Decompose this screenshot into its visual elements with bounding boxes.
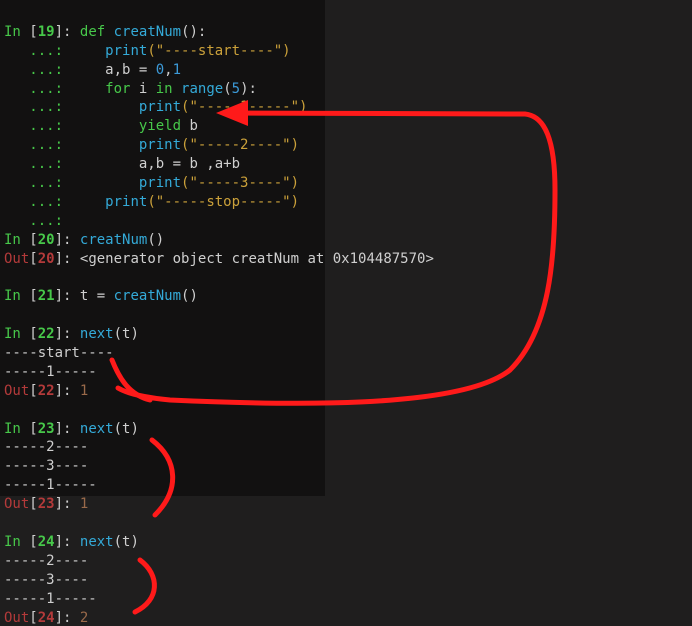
output-prompt: Out[22]:: [4, 383, 80, 399]
input-prompt: In [19]:: [4, 24, 80, 40]
stdout-line: -----1-----: [4, 591, 97, 607]
output-prompt: Out[24]:: [4, 610, 80, 626]
stdout-line: -----2----: [4, 553, 88, 569]
generator-repr: <generator object creatNum at 0x10448757…: [80, 251, 434, 267]
kw-yield: yield: [139, 118, 181, 134]
input-prompt: In [24]:: [4, 534, 80, 550]
stdout-line: -----2----: [4, 439, 88, 455]
input-prompt: In [23]:: [4, 421, 80, 437]
output-value: 1: [80, 496, 88, 512]
output-prompt: Out[23]:: [4, 496, 80, 512]
continuation-dots: ...:: [4, 43, 71, 59]
stdout-line: -----1-----: [4, 477, 97, 493]
output-value: 2: [80, 610, 88, 626]
input-prompt: In [22]:: [4, 326, 80, 342]
stdout-line: -----3----: [4, 572, 88, 588]
output-value: 1: [80, 383, 88, 399]
empty-continuation: ...:: [4, 213, 63, 229]
stdout-line: -----3----: [4, 458, 88, 474]
func-name: creatNum: [114, 24, 181, 40]
kw-def: def: [80, 24, 105, 40]
stdout-line: -----1-----: [4, 364, 97, 380]
stdout-line: ----start----: [4, 345, 114, 361]
output-prompt: Out[20]:: [4, 251, 80, 267]
input-prompt: In [20]:: [4, 232, 80, 248]
input-prompt: In [21]:: [4, 288, 80, 304]
ipython-terminal[interactable]: In [19]: def creatNum(): ...: print("---…: [0, 0, 434, 626]
